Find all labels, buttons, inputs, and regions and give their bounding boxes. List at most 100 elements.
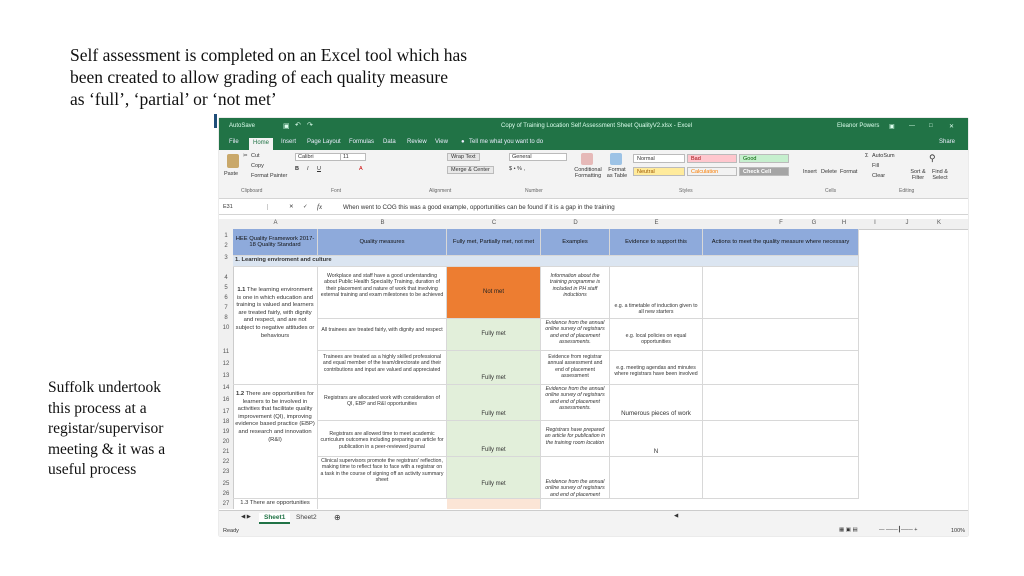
- header-cell-status[interactable]: Fully met, Partially met, not met: [447, 229, 541, 256]
- status-cell-fully-met[interactable]: Fully met: [447, 457, 541, 499]
- example-cell[interactable]: Evidence from the annual online survey o…: [541, 319, 610, 351]
- row-number[interactable]: 8: [219, 315, 233, 321]
- standard-1-1-cell[interactable]: 1.1 The learning environment is one in w…: [233, 267, 318, 385]
- row-number[interactable]: 12: [219, 361, 233, 367]
- format-as-table-icon[interactable]: [610, 153, 622, 165]
- evidence-cell[interactable]: e.g. meeting agendas and minutes where r…: [610, 351, 703, 385]
- action-cell[interactable]: [703, 351, 859, 385]
- undo-icon[interactable]: ↶: [295, 121, 301, 129]
- tab-data[interactable]: Data: [383, 139, 396, 145]
- scissors-icon[interactable]: ✂: [243, 153, 248, 159]
- action-cell[interactable]: [703, 319, 859, 351]
- row-number[interactable]: 16: [219, 397, 233, 403]
- font-color-icon[interactable]: A: [359, 166, 363, 172]
- standard-1-3-cell[interactable]: 1.3 There are opportunities: [233, 499, 318, 509]
- format-painter-button[interactable]: Format Painter: [251, 173, 287, 179]
- row-number[interactable]: 17: [219, 409, 233, 415]
- style-good[interactable]: Good: [739, 154, 789, 163]
- action-cell[interactable]: [703, 457, 859, 499]
- header-cell-examples[interactable]: Examples: [541, 229, 610, 256]
- copy-button[interactable]: Copy: [251, 163, 264, 169]
- cancel-icon[interactable]: ✕: [289, 204, 294, 210]
- zoom-level[interactable]: 100%: [951, 528, 965, 534]
- row-number[interactable]: 23: [219, 469, 233, 475]
- evidence-cell[interactable]: e.g. a timetable of induction given to a…: [610, 267, 703, 319]
- autosave-label[interactable]: AutoSave: [229, 123, 255, 129]
- evidence-cell[interactable]: e.g. local policies on equal opportuniti…: [610, 319, 703, 351]
- user-name[interactable]: Eleanor Powers: [837, 123, 879, 129]
- currency-icon[interactable]: $ • % ,: [509, 166, 525, 172]
- style-neutral[interactable]: Neutral: [633, 167, 685, 176]
- row-number[interactable]: 22: [219, 459, 233, 465]
- sheet-tab-sheet1[interactable]: Sheet1: [259, 513, 291, 524]
- font-size-select[interactable]: 11: [340, 153, 366, 161]
- column-header[interactable]: H: [829, 220, 859, 226]
- column-header[interactable]: D: [541, 220, 610, 226]
- row-number[interactable]: 6: [219, 295, 233, 301]
- header-cell-standard[interactable]: HEE Quality Framework 2017-18 Quality St…: [233, 229, 318, 256]
- cut-button[interactable]: Cut: [251, 153, 260, 159]
- fill-button[interactable]: Fill: [872, 163, 879, 169]
- example-cell[interactable]: Evidence from the annual online survey o…: [541, 457, 610, 499]
- section-title-cell[interactable]: 1. Learning enviroment and culture: [233, 256, 859, 267]
- formula-input[interactable]: When went to COG this was a good example…: [343, 204, 615, 211]
- tab-formulas[interactable]: Formulas: [349, 139, 374, 145]
- row-number[interactable]: 25: [219, 481, 233, 487]
- row-number[interactable]: 26: [219, 491, 233, 497]
- evidence-cell[interactable]: Numerous pieces of work: [610, 385, 703, 421]
- name-box[interactable]: E31: [223, 204, 268, 210]
- clear-button[interactable]: Clear: [872, 173, 885, 179]
- measure-cell[interactable]: Workplace and staff have a good understa…: [318, 267, 447, 319]
- autosum-button[interactable]: AutoSum: [872, 153, 895, 159]
- row-number[interactable]: 2: [219, 243, 233, 249]
- autosum-icon[interactable]: Σ: [865, 153, 868, 159]
- row-number[interactable]: 14: [219, 385, 233, 391]
- row-number[interactable]: 10: [219, 325, 233, 331]
- sort-filter-button[interactable]: Sort & Filter: [907, 169, 929, 181]
- status-cell-fully-met[interactable]: Fully met: [447, 319, 541, 351]
- tab-review[interactable]: Review: [407, 139, 427, 145]
- maximize-icon[interactable]: □: [929, 123, 933, 129]
- row-number[interactable]: 7: [219, 305, 233, 311]
- paste-button[interactable]: Paste: [224, 171, 238, 177]
- tab-page-layout[interactable]: Page Layout: [307, 139, 341, 145]
- font-name-select[interactable]: Calibri: [295, 153, 343, 161]
- column-header[interactable]: E: [610, 220, 703, 226]
- conditional-formatting-button[interactable]: Conditional Formatting: [572, 167, 604, 179]
- row-number[interactable]: 18: [219, 419, 233, 425]
- function-icon[interactable]: fx: [317, 203, 322, 211]
- share-button[interactable]: Share: [939, 139, 955, 145]
- standard-1-2-cell[interactable]: 1.2 There are opportunities for learners…: [233, 385, 318, 499]
- evidence-cell[interactable]: N: [610, 421, 703, 457]
- italic-icon[interactable]: I: [307, 166, 309, 172]
- zoom-slider[interactable]: — ───┃─── +: [879, 527, 917, 533]
- normal-view-icon[interactable]: ▦ ▣ ▤: [839, 527, 858, 533]
- status-cell-fully-met[interactable]: Fully met: [447, 351, 541, 385]
- find-icon[interactable]: ⚲: [929, 153, 936, 164]
- row-number[interactable]: 19: [219, 429, 233, 435]
- row-number[interactable]: 5: [219, 285, 233, 291]
- redo-icon[interactable]: ↷: [307, 121, 313, 129]
- row-number[interactable]: 3: [219, 255, 233, 261]
- example-cell[interactable]: Registrars have prepared an article for …: [541, 421, 610, 457]
- style-calculation[interactable]: Calculation: [687, 167, 737, 176]
- style-check-cell[interactable]: Check Cell: [739, 167, 789, 176]
- header-cell-measures[interactable]: Quality measures: [318, 229, 447, 256]
- row-number[interactable]: 1: [219, 233, 233, 239]
- column-header[interactable]: G: [799, 220, 829, 226]
- action-cell[interactable]: [703, 421, 859, 457]
- row-number[interactable]: 4: [219, 275, 233, 281]
- insert-cells-button[interactable]: Insert: [803, 169, 817, 175]
- tab-insert[interactable]: Insert: [281, 139, 296, 145]
- measure-cell[interactable]: Clinical supervisors promote the registr…: [318, 457, 447, 499]
- evidence-cell[interactable]: [610, 457, 703, 499]
- ribbon-display-icon[interactable]: ▣: [889, 123, 895, 130]
- example-cell[interactable]: Evidence from the annual online survey o…: [541, 385, 610, 421]
- conditional-formatting-icon[interactable]: [581, 153, 593, 165]
- format-cells-button[interactable]: Format: [840, 169, 857, 175]
- delete-cells-button[interactable]: Delete: [821, 169, 837, 175]
- action-cell[interactable]: [703, 385, 859, 421]
- underline-icon[interactable]: U: [317, 166, 321, 172]
- row-number[interactable]: 11: [219, 349, 233, 355]
- style-normal[interactable]: Normal: [633, 154, 685, 163]
